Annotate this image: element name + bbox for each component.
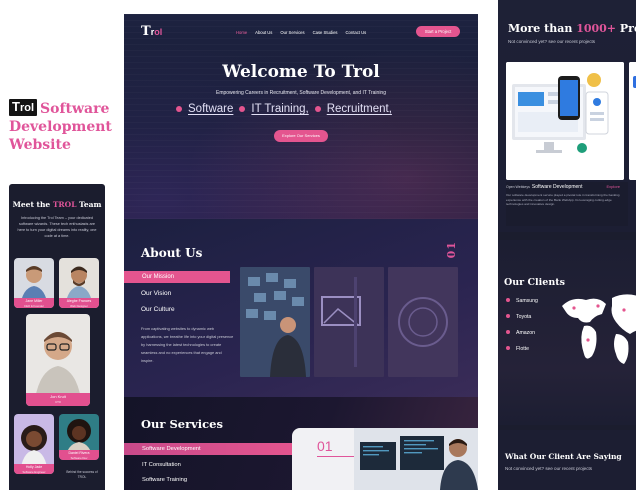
member-role: Web Designer [70, 303, 88, 308]
hero-word-software[interactable]: Software [188, 103, 233, 115]
about-description: From captivating websites to dynamic web… [141, 326, 234, 363]
start-project-button[interactable]: Start a Project [416, 26, 460, 37]
nav-link-about[interactable]: About Us [255, 30, 272, 35]
design-canvas: Trol Software Development Website Meet th… [0, 0, 636, 490]
bullet-icon [506, 298, 510, 302]
team-heading: Meet the TROL Team [12, 200, 102, 209]
title-line-2: Development [9, 119, 112, 135]
hero-word-recruitment[interactable]: Recruitment, [327, 103, 392, 115]
testimonials-title: What Our Client Are Saying [505, 452, 622, 461]
title-line-1: Software [40, 101, 110, 117]
bullet-icon [506, 314, 510, 318]
tab-our-mission[interactable]: Our Mission [124, 271, 230, 283]
team-mobile-panel: Meet the TROL Team Introducing the Trol … [9, 184, 105, 490]
title-line-3: Website [9, 137, 71, 153]
world-map [562, 294, 636, 364]
website-mockup: Trol Home About Us Our Services Case Stu… [124, 14, 478, 490]
about-title: About Us [141, 246, 203, 260]
service-number: 01 [317, 438, 333, 454]
service-tab-software-development[interactable]: Software Development [124, 443, 296, 455]
clients-title: Our Clients [504, 277, 565, 288]
developer-photo [354, 428, 478, 490]
nav-link-services[interactable]: Our Services [280, 30, 304, 35]
team-member-card[interactable]: Alegbe Frances Web Designer [59, 258, 99, 308]
project-caption: Open Webkeys Software Development Explore… [506, 182, 628, 226]
hero-title: Welcome To Trol [222, 62, 380, 82]
client-item: Flotte [506, 346, 529, 352]
nav-logo[interactable]: Trol [141, 24, 162, 39]
bullet-icon [506, 330, 510, 334]
testimonials-subtitle: Not convinced yet? see our recent projec… [505, 466, 593, 471]
service-tab-software-training[interactable]: Software Training [142, 477, 187, 483]
project-card-image-secondary[interactable] [629, 62, 636, 180]
member-role: Software Dev [70, 455, 88, 460]
right-mobile-panel: More than 1000+ Projects Not convinced y… [498, 0, 636, 490]
bullet-icon [314, 106, 321, 112]
client-item: Samsung [506, 298, 538, 304]
member-role: Software Engineer [22, 469, 46, 474]
showcase-title: Trol Software Development Website [9, 99, 121, 154]
service-divider [317, 456, 359, 457]
hero-background [124, 14, 478, 219]
tab-our-vision[interactable]: Our Vision [141, 290, 171, 297]
bullet-icon [239, 106, 246, 112]
tab-our-culture[interactable]: Our Culture [141, 306, 175, 313]
about-image-third [388, 267, 458, 377]
services-title: Our Services [141, 417, 223, 431]
bullet-icon [506, 346, 510, 350]
project-description: Our software development service played … [506, 193, 620, 207]
team-footer-text: Behind the success of TROL [66, 470, 98, 479]
member-role: CTO [55, 399, 61, 404]
projects-subtitle: Not convinced yet? see our recent projec… [508, 39, 596, 44]
project-card-image[interactable] [506, 62, 624, 180]
bullet-icon [176, 106, 182, 112]
explore-services-button[interactable]: Explore Our Services [274, 130, 328, 142]
member-role: CEO & Founder [24, 303, 44, 308]
hero-subtitle: Empowering Careers in Recruitment, Softw… [216, 90, 386, 96]
projects-section: More than 1000+ Projects Not convinced y… [498, 0, 636, 232]
testimonials-section: What Our Client Are Saying Not convinced… [498, 430, 636, 490]
clients-section: Our Clients Samsung Toyota Amazon Flotte [498, 240, 636, 425]
team-member-card[interactable]: Holly Jade Software Engineer [14, 414, 54, 474]
hero-section: Trol Home About Us Our Services Case Stu… [124, 14, 478, 219]
client-item: Toyota [506, 314, 531, 320]
team-member-card[interactable]: Daniel Rivera Software Dev [59, 414, 99, 460]
hero-word-it-training[interactable]: IT Training, [251, 103, 308, 115]
nav-link-home[interactable]: Home [236, 30, 247, 35]
about-image-side [314, 267, 384, 377]
team-member-card[interactable]: Jon Kruit CTO [26, 314, 90, 406]
team-intro: Introducing the Trol Team – your dedicat… [17, 216, 97, 238]
about-image-main [240, 267, 310, 377]
team-member-card[interactable]: Jane Miller CEO & Founder [14, 258, 54, 308]
service-image: 01 [292, 428, 478, 490]
client-item: Amazon [506, 330, 535, 336]
trol-logo: Trol [9, 99, 38, 116]
nav-link-case-studies[interactable]: Case Studies [313, 30, 338, 35]
about-section-number: 01 [445, 241, 458, 259]
hero-rotating-words: Software IT Training, Recruitment, [176, 103, 392, 115]
nav-link-contact[interactable]: Contact Us [346, 30, 367, 35]
project-explore-link[interactable]: Explore [606, 184, 620, 189]
projects-title: More than 1000+ Projects [508, 22, 636, 35]
nav-menu: Home About Us Our Services Case Studies … [236, 30, 366, 35]
about-section: About Us 01 Our Mission Our Vision Our C… [124, 219, 478, 397]
service-tab-it-consultation[interactable]: IT Consultation [142, 462, 181, 468]
services-section: Our Services Software Development IT Con… [124, 397, 478, 490]
